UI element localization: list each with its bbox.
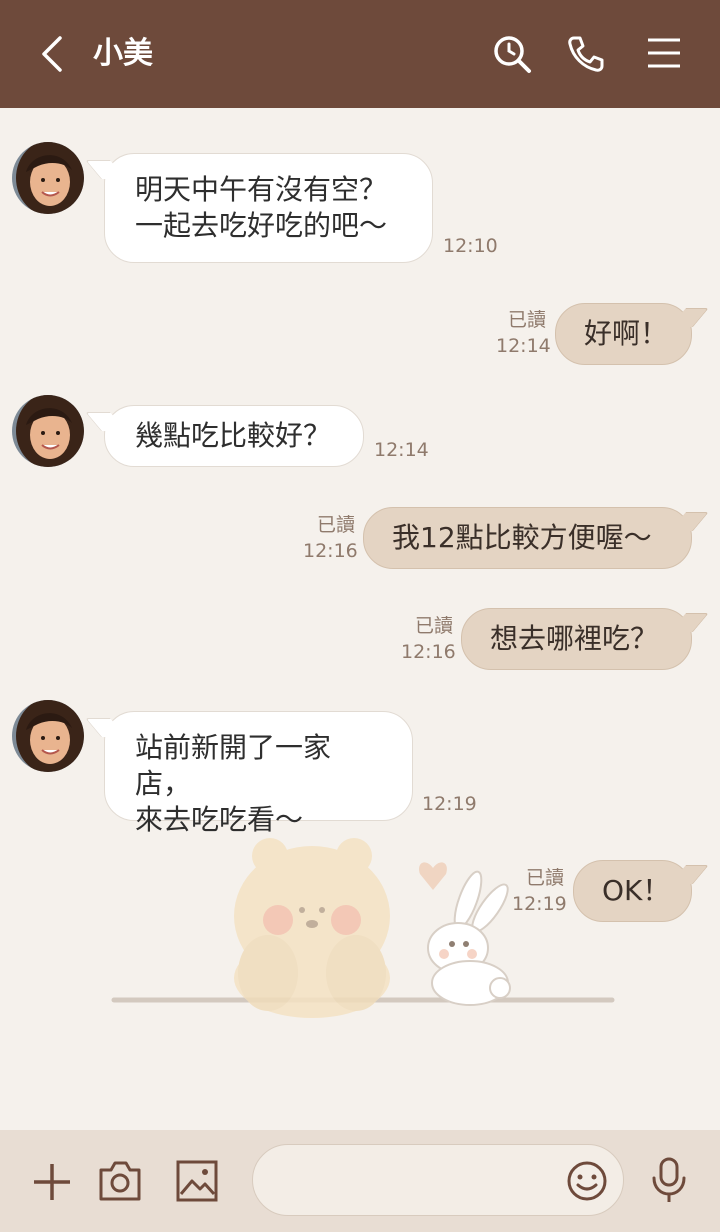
read-receipt: 已讀 12:16 — [303, 512, 358, 564]
outgoing-message-bubble[interactable]: 我12點比較方便喔～ — [363, 507, 692, 569]
emoji-icon[interactable] — [565, 1159, 609, 1203]
message-time: 12:10 — [443, 235, 498, 257]
message-time: 12:16 — [303, 540, 358, 562]
camera-icon[interactable] — [96, 1158, 144, 1204]
chat-header: 小美 — [0, 0, 720, 108]
message-time: 12:19 — [422, 793, 477, 815]
avatar-photo — [12, 142, 84, 214]
avatar-photo — [12, 700, 84, 772]
outgoing-message-bubble[interactable]: 好啊！ — [555, 303, 692, 365]
incoming-message-bubble[interactable]: 幾點吃比較好？ — [104, 405, 364, 467]
read-status: 已讀 — [316, 514, 355, 536]
menu-icon[interactable] — [646, 36, 682, 70]
search-icon[interactable] — [492, 34, 532, 74]
contact-avatar[interactable] — [12, 395, 84, 467]
chevron-left-icon[interactable] — [36, 34, 70, 74]
message-time: 12:16 — [401, 641, 456, 663]
chat-title: 小美 — [93, 36, 153, 71]
read-receipt: 已讀 12:14 — [496, 307, 551, 359]
incoming-message-bubble[interactable]: 站前新開了一家店， 來去吃吃看～ — [104, 711, 413, 836]
read-status: 已讀 — [525, 867, 564, 889]
outgoing-message-bubble[interactable]: OK！ — [573, 860, 692, 922]
outgoing-message-bubble[interactable]: 想去哪裡吃？ — [461, 608, 692, 670]
read-receipt: 已讀 12:19 — [512, 865, 567, 917]
chat-area[interactable]: 明天中午有沒有空？ 一起去吃好吃的吧～ 12:10 已讀 12:14 好啊！ 幾… — [0, 108, 720, 1130]
contact-avatar[interactable] — [12, 700, 84, 772]
avatar-photo — [12, 395, 84, 467]
message-time: 12:14 — [374, 439, 429, 461]
message-time: 12:19 — [512, 893, 567, 915]
microphone-icon[interactable] — [648, 1156, 690, 1204]
read-status: 已讀 — [414, 615, 453, 637]
read-receipt: 已讀 12:16 — [401, 613, 456, 665]
image-icon[interactable] — [174, 1158, 220, 1204]
read-status: 已讀 — [507, 309, 546, 331]
message-time: 12:14 — [496, 335, 551, 357]
phone-icon[interactable] — [566, 34, 606, 74]
bear-and-rabbit-illustration — [111, 838, 615, 1018]
incoming-message-bubble[interactable]: 明天中午有沒有空？ 一起去吃好吃的吧～ — [104, 153, 433, 263]
message-input-bar — [0, 1130, 720, 1232]
plus-icon[interactable] — [30, 1160, 74, 1204]
contact-avatar[interactable] — [12, 142, 84, 214]
